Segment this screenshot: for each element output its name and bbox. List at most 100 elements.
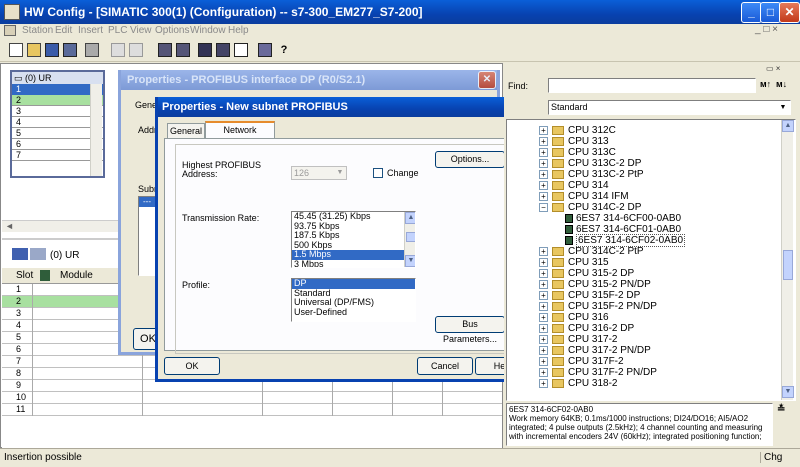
download-icon[interactable] — [155, 40, 175, 60]
catalog-mini-controls[interactable]: ▭ × — [766, 64, 780, 73]
tree-item[interactable]: + CPU 313C — [539, 147, 616, 158]
find-next-icon[interactable]: ᴍ↑ — [760, 79, 771, 89]
scroll-thumb[interactable] — [406, 232, 415, 242]
profile-option[interactable]: User-Defined — [292, 307, 415, 318]
scroll-down-icon[interactable]: ▼ — [782, 386, 794, 398]
rack-scrollbar[interactable] — [90, 84, 102, 176]
mdi-controls[interactable]: _ □ × — [755, 24, 778, 35]
expand-icon[interactable]: + — [539, 334, 548, 344]
menu-window[interactable]: Window — [190, 25, 226, 36]
collapse-icon[interactable]: − — [539, 202, 548, 212]
back-arrow-icon[interactable] — [12, 248, 28, 260]
tree-item[interactable]: + CPU 314 IFM — [539, 191, 629, 202]
expand-icon[interactable]: + — [539, 279, 548, 289]
tab-network-settings[interactable]: Network Settings — [205, 121, 275, 150]
rate-option[interactable]: 3 Mbps — [292, 259, 415, 267]
tree-item[interactable]: + CPU 313C-2 PtP — [539, 169, 644, 180]
tree-item[interactable]: + CPU 315-2 PN/DP — [539, 279, 651, 290]
tree-item[interactable]: + CPU 313C-2 DP — [539, 158, 641, 169]
workspace-hscroll[interactable]: ◄ — [2, 220, 122, 232]
scroll-left-icon[interactable]: ◄ — [5, 221, 14, 231]
expand-icon[interactable]: + — [539, 312, 548, 322]
profile-select[interactable]: Standard ▼ — [548, 100, 791, 115]
tree-item[interactable]: 6ES7 314-6CF00-0AB0 — [565, 213, 681, 224]
tree-item[interactable]: + CPU 316-2 DP — [539, 323, 634, 334]
save-icon[interactable] — [42, 40, 62, 60]
catalog-scrollbar[interactable]: ▲ ▼ — [781, 120, 794, 400]
expand-icon[interactable]: + — [539, 136, 548, 146]
scroll-up-icon[interactable]: ▲ — [405, 212, 415, 224]
tree-item[interactable]: + CPU 315-2 DP — [539, 268, 634, 279]
expand-icon[interactable]: + — [539, 367, 548, 377]
options-button[interactable]: Options... — [435, 151, 505, 168]
save-compile-icon[interactable] — [60, 40, 80, 60]
expand-icon[interactable]: + — [539, 268, 548, 278]
tree-item[interactable]: + CPU 315 — [539, 257, 609, 268]
menu-station[interactable]: Station — [22, 25, 53, 36]
forward-arrow-icon[interactable] — [30, 248, 46, 260]
open-icon[interactable] — [24, 40, 44, 60]
menu-plc[interactable]: PLC — [108, 25, 127, 36]
menu-help[interactable]: Help — [228, 25, 249, 36]
menu-edit[interactable]: Edit — [55, 25, 72, 36]
copy-icon[interactable] — [108, 40, 128, 60]
cancel-button[interactable]: Cancel — [417, 357, 473, 375]
maximize-icon[interactable]: □ — [760, 2, 781, 23]
new-icon[interactable] — [6, 40, 26, 60]
expand-icon[interactable]: + — [539, 257, 548, 267]
expand-icon[interactable]: + — [539, 378, 548, 388]
tree-item[interactable]: + CPU 314C-2 PtP — [539, 246, 644, 257]
sort-icon[interactable]: ≛ — [777, 404, 793, 418]
scroll-down-icon[interactable]: ▼ — [405, 255, 415, 267]
tree-item[interactable]: + CPU 314 — [539, 180, 609, 191]
tree-item[interactable]: + CPU 313 — [539, 136, 609, 147]
menu-view[interactable]: View — [130, 25, 152, 36]
expand-icon[interactable]: + — [539, 147, 548, 157]
scroll-up-icon[interactable]: ▲ — [782, 120, 794, 132]
expand-icon[interactable]: + — [539, 180, 548, 190]
tree-item[interactable]: + CPU 317F-2 PN/DP — [539, 367, 657, 378]
tree-item[interactable]: + CPU 315F-2 DP — [539, 290, 640, 301]
upload-icon[interactable] — [173, 40, 193, 60]
profile-list[interactable]: DP Standard Universal (DP/FMS) User-Defi… — [291, 278, 416, 322]
tree-item[interactable]: + CPU 315F-2 PN/DP — [539, 301, 657, 312]
expand-icon[interactable]: + — [539, 125, 548, 135]
bus-parameters-button[interactable]: Bus Parameters... — [435, 316, 505, 344]
change-checkbox[interactable] — [373, 168, 383, 178]
expand-icon[interactable]: + — [539, 246, 548, 256]
tree-item[interactable]: + CPU 317-2 PN/DP — [539, 345, 651, 356]
print-icon[interactable] — [82, 40, 102, 60]
rate-list-scrollbar[interactable]: ▲ ▼ — [404, 212, 415, 267]
expand-icon[interactable]: + — [539, 158, 548, 168]
menu-insert[interactable]: Insert — [78, 25, 103, 36]
tree-item-selected[interactable]: 6ES7 314-6CF02-0AB0 — [565, 234, 686, 247]
rack-window[interactable]: ▭ (0) UR 1 2 3 4 5 6 7 — [10, 70, 105, 178]
close-icon[interactable]: ✕ — [779, 2, 800, 23]
tree-item[interactable]: − CPU 314C-2 DP — [539, 202, 641, 213]
tree-item[interactable]: + CPU 317-2 — [539, 334, 617, 345]
tab-general[interactable]: General — [167, 123, 205, 139]
catalog-icon[interactable] — [213, 40, 233, 60]
close-icon[interactable]: ✕ — [478, 71, 496, 89]
tree-item[interactable]: + CPU 317F-2 — [539, 356, 624, 367]
expand-icon[interactable]: + — [539, 345, 548, 355]
network-icon[interactable] — [255, 40, 275, 60]
window-icon[interactable] — [231, 40, 251, 60]
help-icon[interactable]: ? — [274, 40, 294, 60]
find-prev-icon[interactable]: ᴍ↓ — [776, 79, 787, 89]
table-row[interactable]: 11 — [2, 404, 502, 416]
paste-icon[interactable] — [126, 40, 146, 60]
expand-icon[interactable]: + — [539, 290, 548, 300]
table-row[interactable]: 10 — [2, 392, 502, 404]
module-info-icon[interactable] — [195, 40, 215, 60]
tree-item[interactable]: + CPU 316 — [539, 312, 609, 323]
expand-icon[interactable]: + — [539, 323, 548, 333]
catalog-tree[interactable]: + CPU 312C + CPU 313 + CPU 313C + CPU 313C-2… — [506, 119, 796, 401]
ok-button[interactable]: OK — [164, 357, 220, 375]
expand-icon[interactable]: + — [539, 169, 548, 179]
tree-item[interactable]: + CPU 312C — [539, 125, 616, 136]
expand-icon[interactable]: + — [539, 301, 548, 311]
tree-item[interactable]: + CPU 318-2 — [539, 378, 617, 389]
find-input[interactable] — [548, 78, 756, 93]
expand-icon[interactable]: + — [539, 191, 548, 201]
